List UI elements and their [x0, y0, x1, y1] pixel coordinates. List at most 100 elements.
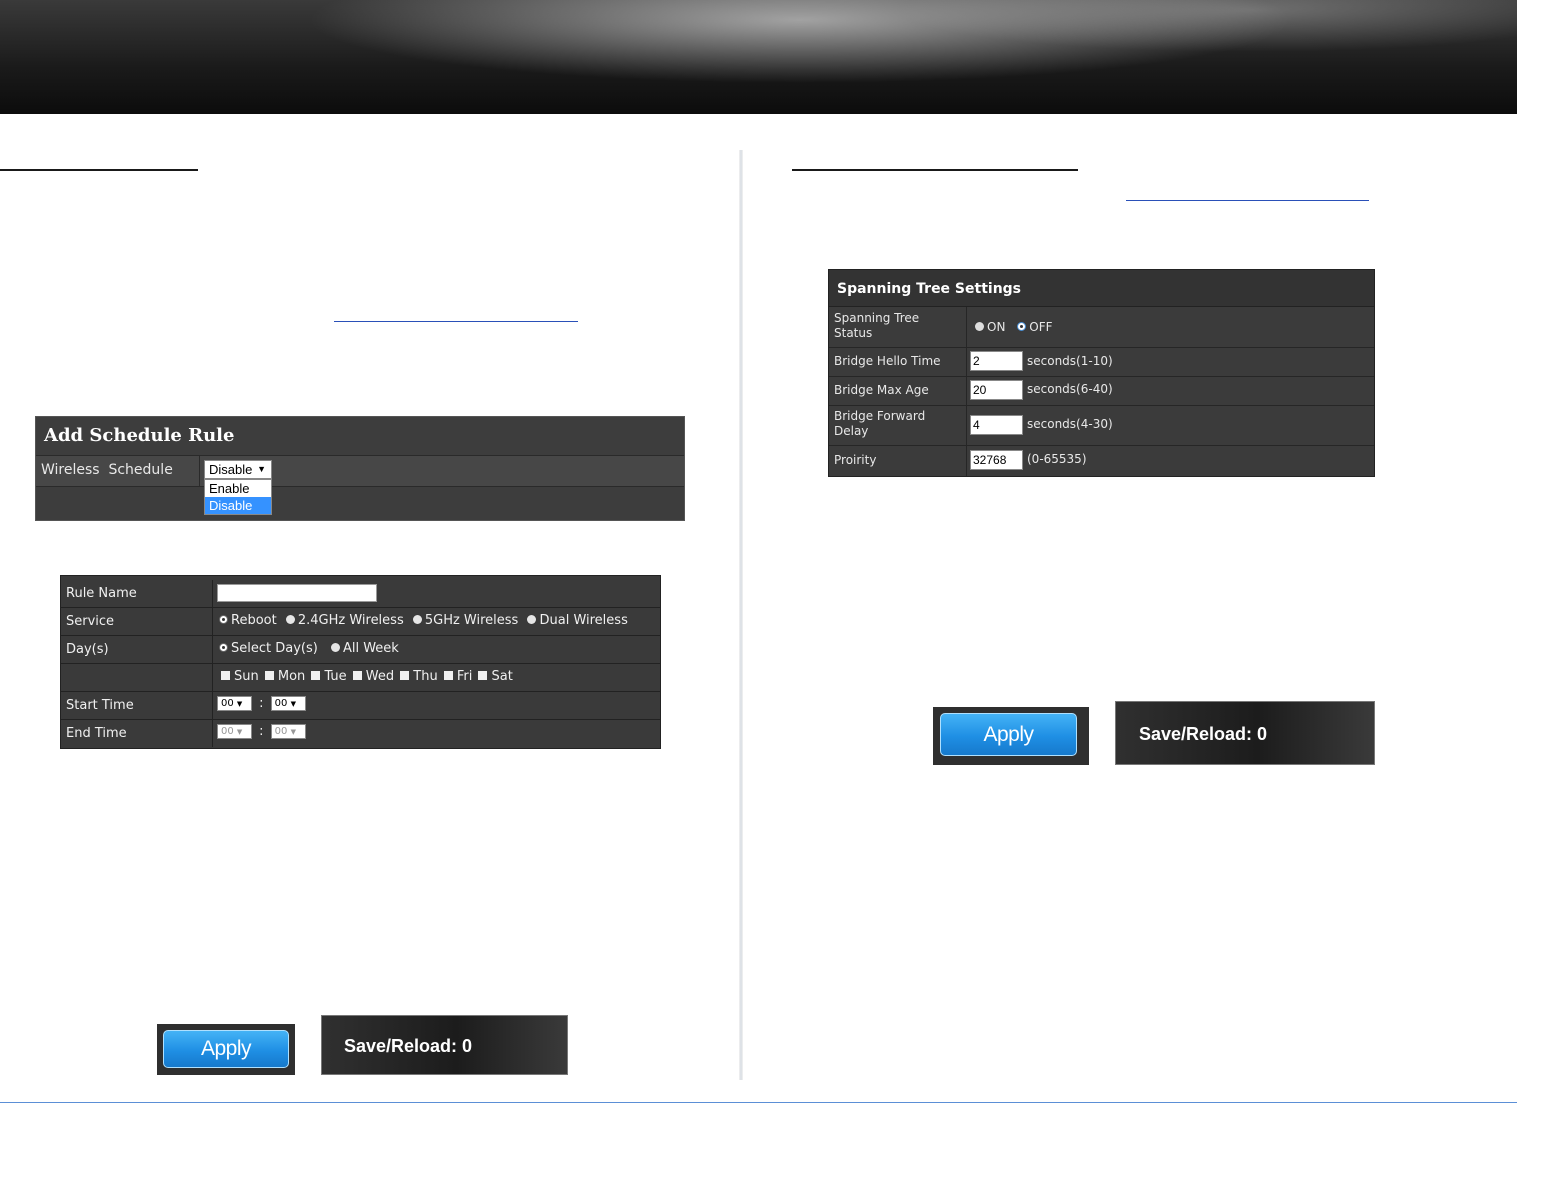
radio-selected-icon[interactable] [219, 615, 228, 624]
start-hour-select[interactable]: 00 ▼ [217, 696, 252, 711]
wireless-schedule-select[interactable]: Disable ▼ [204, 460, 272, 479]
save-reload-indicator[interactable]: Save/Reload: 0 [1115, 701, 1375, 765]
row-separator [199, 456, 200, 486]
day-sun: Sun [234, 669, 259, 684]
stp-status-row: Spanning Tree Status ON OFF [829, 307, 1374, 348]
checkbox-icon[interactable] [443, 671, 453, 680]
time-separator: : [259, 696, 264, 711]
checkbox-icon[interactable] [264, 671, 274, 680]
stp-max-age-row: Bridge Max Age 20 seconds(6-40) [829, 377, 1374, 406]
row-separator [966, 307, 967, 347]
service-option-24ghz: 2.4GHz Wireless [297, 613, 404, 628]
days-label: Day(s) [66, 642, 109, 657]
start-minute-select[interactable]: 00 ▼ [270, 696, 306, 711]
day-checkboxes: Sun Mon Tue Wed Thu Fri Sat [219, 669, 513, 684]
stp-status-options: ON OFF [975, 320, 1053, 334]
day-wed: Wed [365, 669, 395, 684]
radio-icon[interactable] [412, 615, 422, 624]
row-separator [212, 636, 213, 663]
end-minute-select[interactable]: 00 ▼ [270, 724, 306, 739]
stp-max-age-input[interactable]: 20 [970, 380, 1023, 400]
left-link-underline[interactable] [334, 321, 578, 322]
row-separator [212, 580, 213, 607]
stp-priority-hint: (0-65535) [1027, 452, 1087, 466]
day-mode-select-days: Select Day(s) [231, 641, 318, 656]
service-row: Service Reboot 2.4GHz Wireless 5GHz Wire… [61, 608, 660, 636]
apply-button[interactable]: Apply [940, 713, 1077, 756]
wireless-schedule-label: Wireless Schedule [41, 462, 173, 478]
wireless-schedule-selected: Disable [209, 462, 253, 477]
checkbox-icon[interactable] [311, 671, 321, 680]
checkbox-icon[interactable] [221, 671, 230, 680]
row-separator [212, 664, 213, 691]
end-hour-select[interactable]: 00 ▼ [217, 724, 252, 739]
row-separator [966, 348, 967, 376]
service-option-reboot: Reboot [231, 613, 277, 628]
chevron-down-icon: ▼ [290, 700, 296, 708]
stp-status-on: ON [987, 320, 1006, 334]
dropdown-option-enable[interactable]: Enable [205, 480, 271, 497]
stp-priority-input[interactable]: 32768 [970, 450, 1023, 470]
apply-button[interactable]: Apply [163, 1030, 289, 1068]
footer-line [0, 1102, 1517, 1103]
stp-hello-hint: seconds(1-10) [1027, 354, 1113, 368]
row-separator [966, 406, 967, 445]
rule-name-input[interactable] [217, 584, 377, 602]
day-mon: Mon [277, 669, 306, 684]
stp-forward-delay-input[interactable]: 4 [970, 415, 1023, 435]
start-hour-value: 00 [221, 698, 234, 709]
left-heading-underline [0, 169, 198, 171]
row-separator [966, 446, 967, 476]
radio-selected-icon[interactable] [1017, 322, 1027, 331]
spanning-tree-title: Spanning Tree Settings [837, 281, 1022, 297]
row-separator [212, 608, 213, 635]
end-hour-value: 00 [221, 726, 234, 737]
stp-forward-delay-hint: seconds(4-30) [1027, 417, 1113, 431]
service-option-dual: Dual Wireless [539, 613, 628, 628]
day-checkboxes-row: Sun Mon Tue Wed Thu Fri Sat [61, 664, 660, 692]
chevron-down-icon: ▼ [236, 728, 243, 736]
stp-status-label: Spanning Tree Status [834, 311, 920, 340]
day-thu: Thu [413, 669, 438, 684]
day-mode-all-week: All Week [342, 641, 399, 656]
start-time-label: Start Time [66, 698, 134, 713]
radio-icon[interactable] [330, 643, 340, 652]
start-minute-value: 00 [274, 698, 288, 709]
stp-priority-label: Proirity [834, 453, 877, 467]
row-separator [212, 692, 213, 719]
dropdown-option-disable[interactable]: Disable [205, 497, 271, 514]
stp-max-age-hint: seconds(6-40) [1027, 382, 1113, 396]
apply-button-frame: Apply [157, 1024, 295, 1075]
spanning-tree-panel: Spanning Tree Settings Spanning Tree Sta… [828, 269, 1375, 477]
end-time-row: End Time 00 ▼ : 00 ▼ [61, 720, 660, 747]
start-time-selects: 00 ▼ : 00 ▼ [217, 696, 306, 711]
checkbox-icon[interactable] [400, 671, 410, 680]
service-options: Reboot 2.4GHz Wireless 5GHz Wireless Dua… [219, 613, 628, 628]
start-time-row: Start Time 00 ▼ : 00 ▼ [61, 692, 660, 720]
service-label: Service [66, 614, 115, 629]
stp-status-off: OFF [1029, 320, 1053, 334]
radio-selected-icon[interactable] [219, 643, 228, 652]
radio-icon[interactable] [285, 615, 295, 624]
day-fri: Fri [456, 669, 473, 684]
schedule-rule-table: Rule Name Service Reboot 2.4GHz Wireless… [60, 575, 661, 749]
service-option-5ghz: 5GHz Wireless [424, 613, 519, 628]
end-minute-value: 00 [274, 726, 288, 737]
save-reload-indicator[interactable]: Save/Reload: 0 [321, 1015, 568, 1075]
day-mode-options: Select Day(s) All Week [219, 641, 399, 656]
radio-icon[interactable] [975, 322, 984, 331]
radio-icon[interactable] [527, 615, 537, 624]
checkbox-icon[interactable] [352, 671, 362, 680]
time-separator: : [259, 724, 264, 739]
spanning-tree-title-bar: Spanning Tree Settings [829, 270, 1374, 307]
end-time-label: End Time [66, 726, 127, 741]
stp-max-age-label: Bridge Max Age [834, 383, 929, 397]
add-schedule-rule-panel: Add Schedule Rule Wireless Schedule [35, 416, 685, 521]
wireless-schedule-row: Wireless Schedule [36, 455, 684, 487]
rule-name-row: Rule Name [61, 580, 660, 608]
rule-name-label: Rule Name [66, 586, 137, 601]
right-link-underline[interactable] [1126, 200, 1369, 201]
checkbox-icon[interactable] [478, 671, 488, 680]
chevron-down-icon: ▼ [290, 728, 296, 736]
stp-hello-input[interactable]: 2 [970, 351, 1023, 371]
